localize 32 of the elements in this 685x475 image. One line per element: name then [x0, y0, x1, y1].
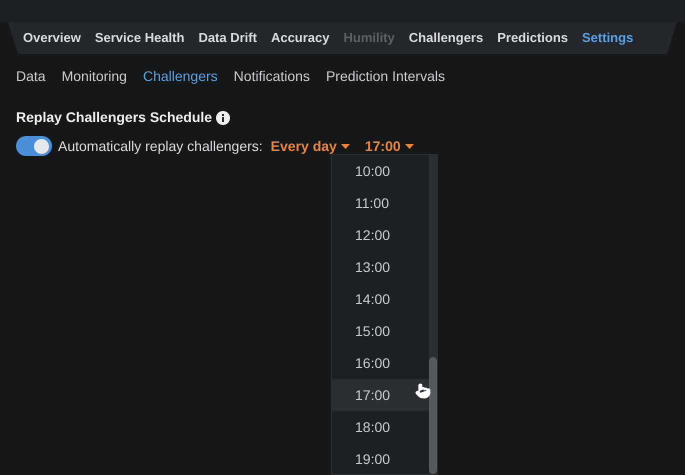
hand-cursor-icon [415, 383, 431, 399]
nav-tab[interactable]: Data Drift [198, 28, 257, 48]
nav-tab[interactable]: Settings [582, 28, 634, 48]
nav-tab[interactable]: Challengers [408, 28, 484, 48]
scrollbar[interactable] [429, 155, 437, 474]
time-option[interactable]: 14:00 [332, 283, 429, 315]
info-icon [216, 110, 230, 124]
section-title: Replay Challengers Schedule [16, 108, 212, 127]
nav-tab[interactable]: Service Health [94, 28, 184, 48]
toggle-label: Automatically replay challengers: [58, 136, 263, 156]
caret-icon [404, 144, 414, 148]
time-option[interactable]: 18:00 [332, 411, 429, 443]
sub-tab[interactable]: Challengers [142, 66, 218, 86]
time-option[interactable]: 17:00 [332, 379, 429, 411]
time-option[interactable]: 15:00 [332, 315, 429, 347]
nav-tab[interactable]: Accuracy [270, 28, 330, 48]
sub-tab[interactable]: Notifications [234, 66, 310, 86]
nav-tab[interactable]: Overview [23, 28, 81, 48]
caret-icon [340, 144, 350, 148]
sub-tab[interactable]: Data [16, 66, 46, 86]
time-option[interactable]: 12:00 [332, 219, 429, 251]
time-option[interactable]: 13:00 [332, 251, 429, 283]
time-option[interactable]: 11:00 [332, 187, 429, 219]
frequency-dropdown[interactable]: Every day [270, 136, 350, 156]
sub-tab[interactable]: Prediction Intervals [326, 66, 445, 86]
sub-tab[interactable]: Monitoring [62, 66, 127, 86]
time-option[interactable]: 10:00 [332, 155, 429, 187]
toggle-switch[interactable] [16, 136, 52, 156]
time-option[interactable]: 19:00 [332, 443, 429, 475]
time-dropdown[interactable]: 17:00 [364, 136, 414, 156]
time-option[interactable]: 16:00 [332, 347, 429, 379]
nav-tab[interactable]: Predictions [497, 28, 568, 48]
